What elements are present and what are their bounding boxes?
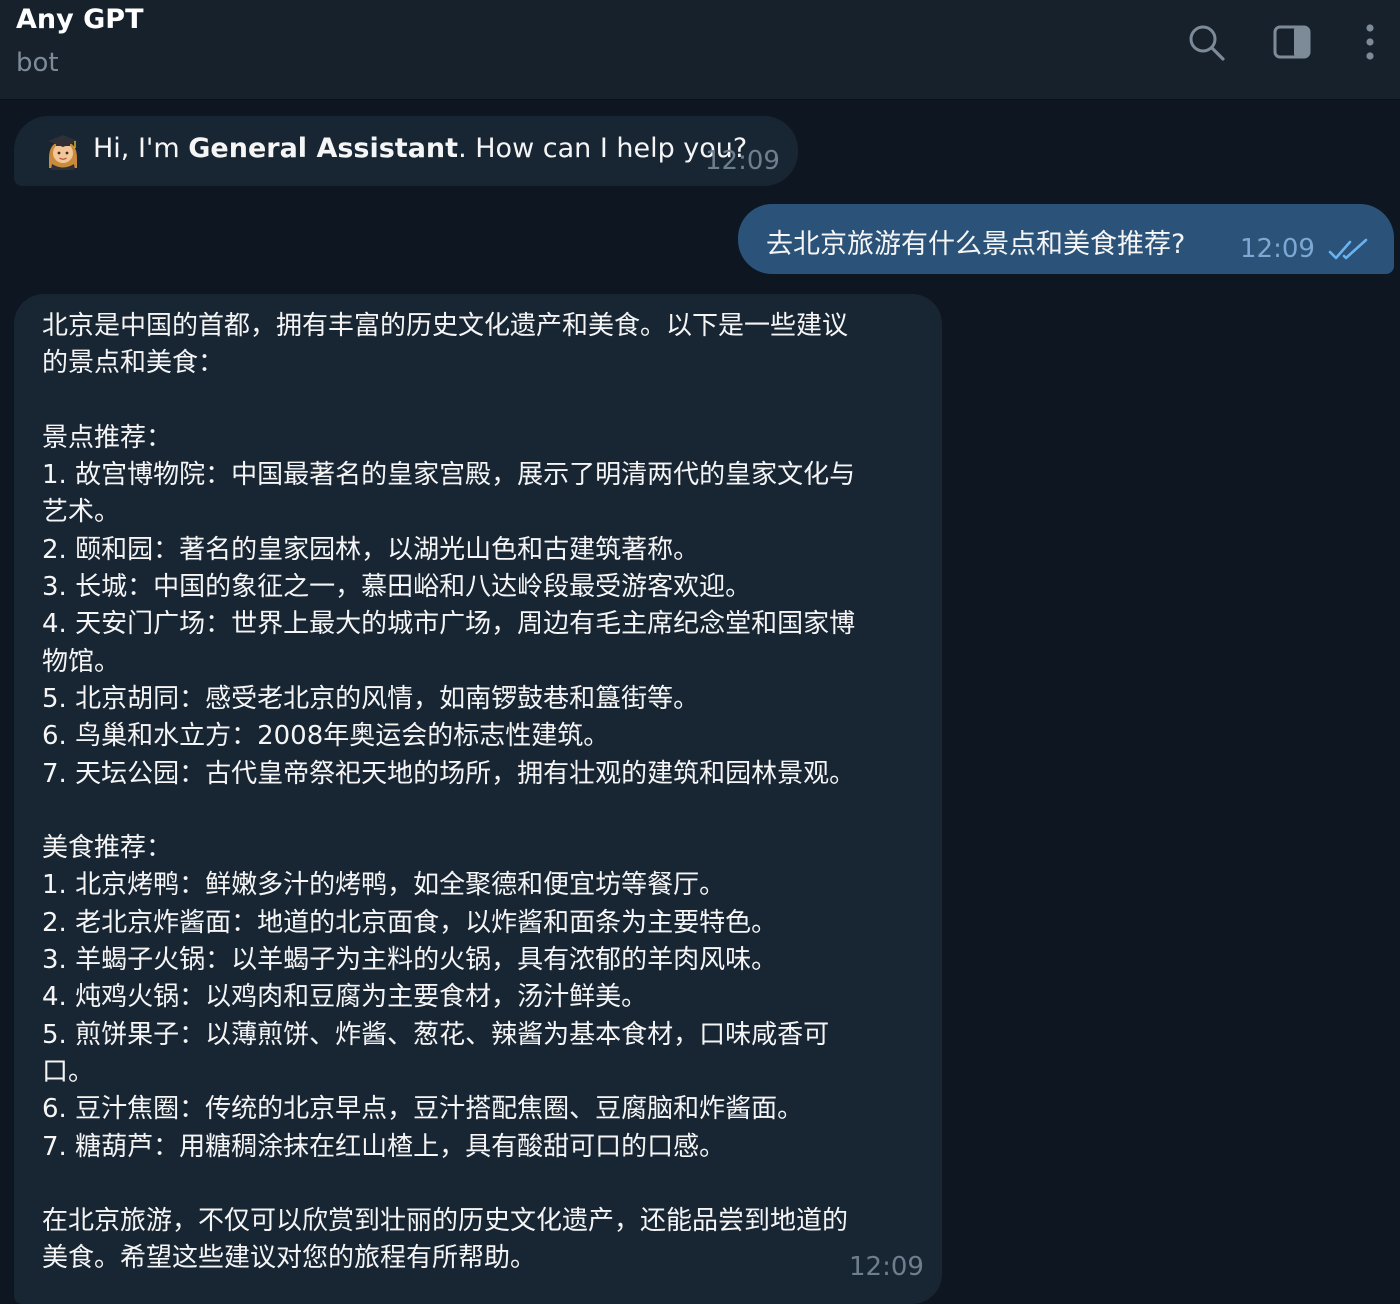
answer-line: 5. 北京胡同：感受老北京的风情，如南锣鼓巷和簋街等。 <box>42 683 700 714</box>
answer-line: 4. 炖鸡火锅：以鸡肉和豆腐为主要食材，汤汁鲜美。 <box>42 982 648 1013</box>
question-text: 去北京旅游有什么景点和美食推荐? <box>766 229 1186 260</box>
chat-header: Any GPT bot <box>0 0 1400 100</box>
answer-line: 7. 糖葫芦：用糖稠涂抹在红山楂上，具有酸甜可口的口感。 <box>42 1131 726 1162</box>
answer-line: 在北京旅游，不仅可以欣赏到壮丽的历史文化遗产，还能品尝到地道的 <box>42 1206 849 1237</box>
answer-line: 美食。希望这些建议对您的旅程有所帮助。 <box>42 1243 537 1274</box>
message-timestamp: 12:09 <box>849 1252 924 1282</box>
answer-line: 景点推荐： <box>42 422 173 453</box>
message-answer[interactable]: 北京是中国的首都，拥有丰富的历史文化遗产和美食。以下是一些建议 的景点和美食： 景点… <box>14 294 942 1304</box>
answer-line: 物馆。 <box>42 646 121 677</box>
assistant-name: General Assistant <box>188 133 459 164</box>
message-list[interactable]: Hi, I'm General Assistant. How can I hel… <box>0 100 1400 1304</box>
answer-line: 艺术。 <box>42 497 121 528</box>
answer-line: 2. 老北京炸酱面：地道的北京面食，以炸酱和面条为主要特色。 <box>42 907 778 938</box>
chat-title[interactable]: Any GPT <box>16 4 144 35</box>
greeting-text: Hi, I'm General Assistant. How can I hel… <box>93 133 748 164</box>
answer-line: 4. 天安门广场：世界上最大的城市广场，周边有毛主席纪念堂和国家博 <box>42 609 856 640</box>
sidebar-toggle-icon[interactable] <box>1272 22 1312 62</box>
answer-line: 6. 鸟巢和水立方：2008年奥运会的标志性建筑。 <box>42 721 610 752</box>
answer-line: 2. 颐和园：著名的皇家园林，以湖光山色和古建筑著称。 <box>42 534 700 565</box>
message-timestamp: 12:09 <box>705 146 780 176</box>
woman-student-emoji <box>48 135 78 170</box>
message-greeting[interactable]: Hi, I'm General Assistant. How can I hel… <box>14 116 798 186</box>
answer-line: 北京是中国的首都，拥有丰富的历史文化遗产和美食。以下是一些建议 <box>42 311 849 341</box>
answer-text: 北京是中国的首都，拥有丰富的历史文化遗产和美食。以下是一些建议 的景点和美食： 景点… <box>42 308 922 1278</box>
more-vertical-icon[interactable] <box>1350 22 1390 62</box>
answer-line: 6. 豆汁焦圈：传统的北京早点，豆汁搭配焦圈、豆腐脑和炸酱面。 <box>42 1094 804 1125</box>
answer-line: 的景点和美食： <box>42 348 225 379</box>
double-check-icon <box>1328 238 1368 260</box>
answer-line: 3. 羊蝎子火锅：以羊蝎子为主料的火锅，具有浓郁的羊肉风味。 <box>42 945 778 976</box>
answer-line: 美食推荐： <box>42 833 173 864</box>
search-icon[interactable] <box>1186 22 1226 62</box>
answer-line: 5. 煎饼果子：以薄煎饼、炸酱、葱花、辣酱为基本食材，口味咸香可 <box>42 1019 830 1050</box>
answer-line: 7. 天坛公园：古代皇帝祭祀天地的场所，拥有壮观的建筑和园林景观。 <box>42 758 856 789</box>
answer-line: 口。 <box>42 1056 95 1087</box>
chat-subtitle: bot <box>16 48 59 78</box>
answer-line: 1. 故宫博物院：中国最著名的皇家宫殿，展示了明清两代的皇家文化与 <box>42 460 856 491</box>
answer-line: 1. 北京烤鸭：鲜嫩多汁的烤鸭，如全聚德和便宜坊等餐厅。 <box>42 870 726 901</box>
message-timestamp: 12:09 <box>1240 234 1315 264</box>
message-question[interactable]: 去北京旅游有什么景点和美食推荐? 12:09 <box>738 204 1394 274</box>
answer-line: 3. 长城：中国的象征之一，慕田峪和八达岭段最受游客欢迎。 <box>42 572 752 603</box>
